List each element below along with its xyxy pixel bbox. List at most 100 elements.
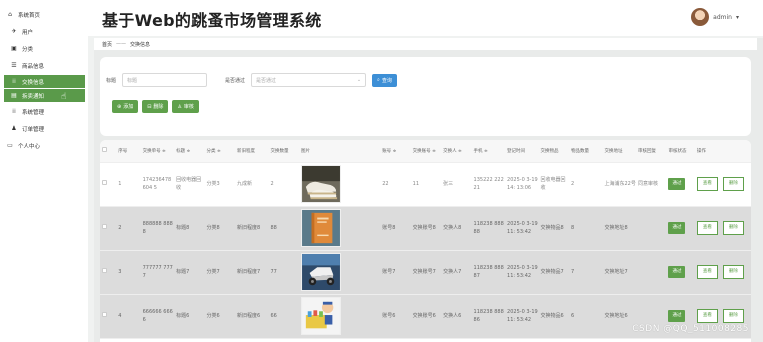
column-header: 交换地址 xyxy=(602,140,636,163)
select-all-checkbox[interactable] xyxy=(100,140,117,163)
delete-button-label: 删除 xyxy=(153,104,164,110)
breadcrumb-home[interactable]: 首页 xyxy=(102,41,112,48)
sidebar-item-label: 用户 xyxy=(22,29,34,36)
cell-title: 回收电器回收 xyxy=(174,162,205,207)
breadcrumb: 首页 —— 交换信息 xyxy=(94,38,757,50)
sidebar-item-orders[interactable]: ♟ 订单管理 xyxy=(0,120,88,137)
title-input[interactable]: 标题 xyxy=(122,73,208,87)
sidebar-item-home[interactable]: ⌂ 系统首页 xyxy=(0,6,88,23)
query-button[interactable]: ⌕ 查询 xyxy=(372,73,397,87)
cell-actions: 查看 删除 xyxy=(694,162,751,207)
delete-row-button[interactable]: 删除 xyxy=(722,309,744,323)
view-button[interactable]: 查看 xyxy=(696,177,718,191)
cell-address: 上海浦东22号 xyxy=(602,162,636,207)
row-checkbox[interactable] xyxy=(100,206,117,251)
status-badge: 通过 xyxy=(668,266,686,278)
delete-row-button[interactable]: 删除 xyxy=(722,177,744,191)
sidebar-item-goods[interactable]: ☰ 商品信息 xyxy=(0,57,88,74)
view-button[interactable]: 查看 xyxy=(696,221,718,235)
chevron-down-icon[interactable]: ▾ xyxy=(736,14,739,21)
main-content: 首页 —— 交换信息 标题 标题 是否通过 是否通过 ⌄ ⌕ 查询 ⊕ 添加 ⊟ xyxy=(94,38,763,342)
page-title: 基于Web的跳蚤市场管理系统 xyxy=(102,11,322,30)
sidebar-item-system[interactable]: ⁞⁞ 系统管理 xyxy=(0,103,88,120)
list-icon: ☰ xyxy=(11,62,17,69)
column-header[interactable]: 交换人 ≑ xyxy=(441,140,472,163)
cell-actions: 查看 删除 xyxy=(694,250,751,295)
delete-row-button[interactable]: 删除 xyxy=(722,221,744,235)
cell-exchange-account: 交换账号7 xyxy=(410,250,442,295)
cell-order-no: 777777 7777 xyxy=(140,250,175,295)
sidebar-item-users[interactable]: ✈ 用户 xyxy=(0,23,88,40)
column-header[interactable]: 标题 ≑ xyxy=(174,140,205,163)
cell-category: 分类7 xyxy=(204,250,235,295)
monitor-icon: ▭ xyxy=(7,142,13,149)
review-button[interactable]: ♙ 审核 xyxy=(172,100,199,113)
column-header[interactable]: 账号 ≑ xyxy=(380,140,411,163)
column-header[interactable]: 交换账号 ≑ xyxy=(410,140,442,163)
cell-order-no: 174236478604 5 xyxy=(140,162,175,207)
row-checkbox[interactable] xyxy=(100,250,117,295)
cell-account: 22 xyxy=(380,162,411,207)
cell-exchange-account: 11 xyxy=(410,162,442,207)
column-header[interactable]: 手机 ≑ xyxy=(471,140,506,163)
cell-status: 通过 xyxy=(666,250,695,295)
review-icon: ♙ xyxy=(177,103,182,110)
add-button[interactable]: ⊕ 添加 xyxy=(112,100,139,113)
cell-item-qty: 2 xyxy=(569,162,603,207)
table-row: 2 888888 8888 标题8 分类8 新旧程度8 88 账号8 交换账号8… xyxy=(100,206,751,251)
cell-image xyxy=(298,294,381,339)
cell-address: 交换地址6 xyxy=(602,294,636,339)
column-header[interactable]: 分类 ≑ xyxy=(204,140,235,163)
sidebar-item-label: 分类 xyxy=(22,46,34,53)
cell-person: 交换人6 xyxy=(441,294,472,339)
status-badge: 通过 xyxy=(668,310,686,322)
sidebar-item-profile[interactable]: ▭ 个人中心 xyxy=(0,137,88,154)
column-header: 新旧程度 xyxy=(235,140,269,163)
user-icon: ♟ xyxy=(11,125,17,132)
cell-item-qty: 7 xyxy=(569,250,603,295)
sidebar-item-exchange[interactable]: ⁞⁞ 交换信息 xyxy=(4,75,85,88)
delete-button[interactable]: ⊟ 删除 xyxy=(142,100,169,113)
avatar[interactable] xyxy=(691,8,710,26)
user-menu[interactable]: admin ▾ xyxy=(691,8,739,26)
cell-index: 4 xyxy=(116,294,141,339)
cell-category: 分类8 xyxy=(204,206,235,251)
cell-item-qty: 6 xyxy=(569,294,603,339)
add-button-label: 添加 xyxy=(123,104,134,110)
approve-select[interactable]: 是否通过 ⌄ xyxy=(251,73,367,87)
shoes-image[interactable] xyxy=(300,165,341,203)
cell-phone: 135222 22221 xyxy=(471,162,506,207)
cell-index: 2 xyxy=(116,206,141,251)
data-table-panel: 序号 交换单号 ≑ 标题 ≑ 分类 ≑ 新旧程度 交换数量 图片 账号 ≑ 交换… xyxy=(100,140,751,342)
cell-item: 交换物品6 xyxy=(538,294,569,339)
column-header[interactable]: 交换单号 ≑ xyxy=(140,140,175,163)
cell-item: 回收电器回收 xyxy=(538,162,569,207)
sidebar-item-notice[interactable]: ▤ 拆卖通知 ☝ xyxy=(4,89,85,102)
view-button[interactable]: 查看 xyxy=(696,309,718,323)
scooter-image[interactable] xyxy=(300,253,341,291)
row-checkbox[interactable] xyxy=(100,162,117,207)
cell-title: 标题6 xyxy=(174,294,205,339)
sidebar-item-label: 系统首页 xyxy=(18,12,41,19)
book-image[interactable] xyxy=(300,209,341,247)
row-checkbox[interactable] xyxy=(100,294,117,339)
title-label: 标题 xyxy=(106,77,117,84)
view-button[interactable]: 查看 xyxy=(696,265,718,279)
cell-actions: 查看 删除 xyxy=(694,206,751,251)
cell-image xyxy=(298,206,381,251)
sidebar-item-category[interactable]: ▣ 分类 xyxy=(0,40,88,57)
action-row: ⊕ 添加 ⊟ 删除 ♙ 审核 xyxy=(112,100,199,113)
cell-qty: 66 xyxy=(268,294,299,339)
cell-exchange-account: 交换账号8 xyxy=(410,206,442,251)
cell-qty: 88 xyxy=(268,206,299,251)
trash-icon: ⊟ xyxy=(147,103,152,110)
sidebar: ⌂ 系统首页 ✈ 用户 ▣ 分类 ☰ 商品信息 ⁞⁞ 交换信息 ▤ 拆卖通知 ☝… xyxy=(0,0,88,342)
delete-row-button[interactable]: 删除 xyxy=(722,265,744,279)
cell-account: 账号8 xyxy=(380,206,411,251)
cartoon-image[interactable] xyxy=(300,297,341,335)
approve-label: 是否通过 xyxy=(225,77,246,84)
cell-qty: 2 xyxy=(268,162,299,207)
username[interactable]: admin xyxy=(713,14,732,21)
cell-title: 标题7 xyxy=(174,250,205,295)
status-badge: 通过 xyxy=(668,222,686,234)
